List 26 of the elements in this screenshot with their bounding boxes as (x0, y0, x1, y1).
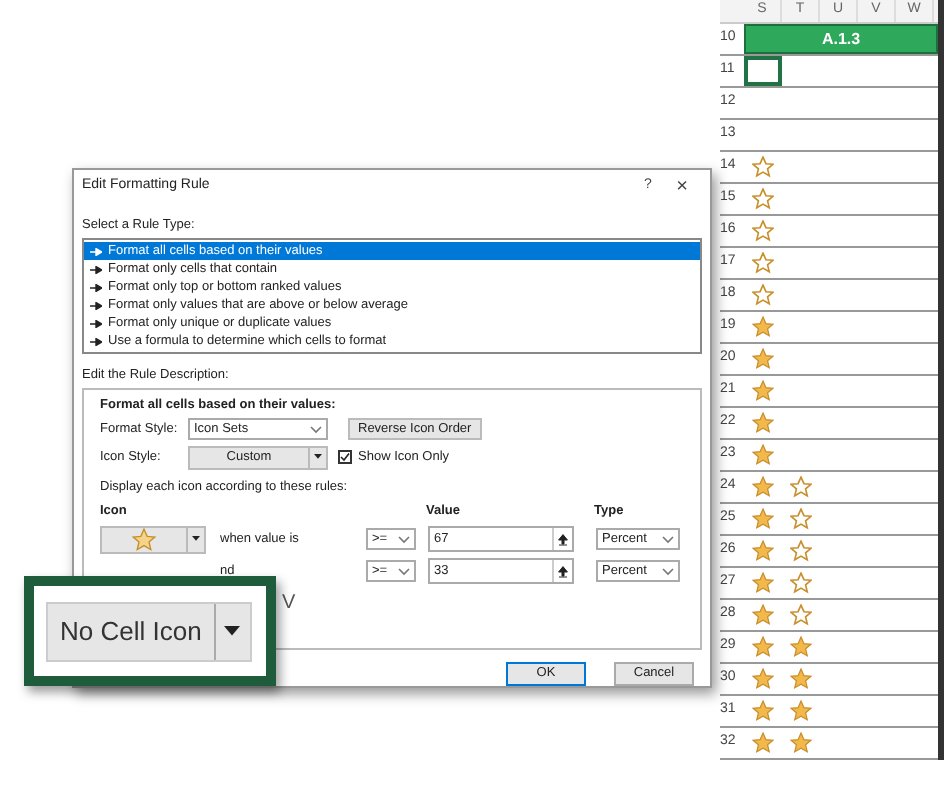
chevron-down-icon (662, 535, 674, 544)
arrow-icon (90, 283, 102, 292)
range-picker-button[interactable] (552, 528, 572, 551)
arrow-icon (90, 319, 102, 328)
arrow-up-icon (558, 533, 568, 546)
close-button[interactable]: × (662, 172, 702, 203)
caret-icon (192, 536, 200, 542)
chevron-down-icon (398, 535, 410, 544)
arrow-up-icon (558, 565, 568, 578)
arrow-icon (90, 337, 102, 346)
selected-cell[interactable] (744, 56, 782, 86)
caret-icon (314, 454, 322, 460)
chevron-down-icon (310, 425, 322, 434)
chevron-down-icon (662, 567, 674, 576)
checkbox[interactable] (338, 450, 352, 465)
table-header: A.1.3 (744, 24, 938, 54)
condition-label: V (282, 590, 298, 619)
range-picker-button[interactable] (552, 560, 572, 583)
icon-dropdown[interactable] (100, 525, 206, 554)
chevron-down-icon (398, 567, 410, 576)
arrow-icon (90, 301, 102, 310)
check-icon (340, 452, 350, 463)
caret-icon (224, 626, 241, 636)
arrow-icon (90, 247, 102, 256)
no-cell-icon-dropdown[interactable]: No Cell Icon (46, 601, 252, 661)
arrow-icon (90, 265, 102, 274)
